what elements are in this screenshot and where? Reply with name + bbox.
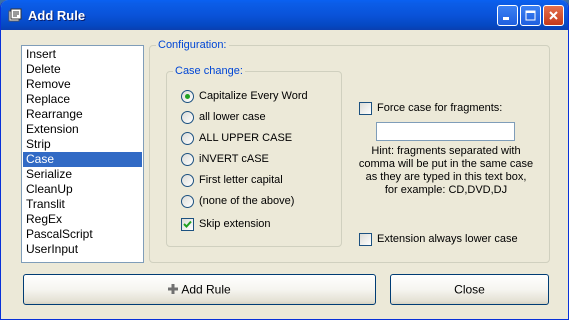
window-title: Add Rule [28, 8, 86, 23]
add-rule-window: Add Rule Insert Delete Remove Replace Re… [0, 0, 569, 320]
fragments-hint: Hint: fragments separated with comma wil… [358, 145, 534, 196]
extension-lower-case-label: Extension always lower case [377, 233, 518, 245]
skip-extension-checkbox[interactable] [181, 218, 194, 231]
dialog-client-area: Insert Delete Remove Replace Rearrange E… [4, 30, 565, 317]
rules-list[interactable]: Insert Delete Remove Replace Rearrange E… [21, 45, 144, 263]
radio-button[interactable] [181, 174, 194, 187]
radio-button-checked[interactable] [181, 90, 194, 103]
radio-label: ALL UPPER CASE [199, 132, 293, 144]
rule-item-regex[interactable]: RegEx [23, 212, 142, 227]
extension-lower-case-checkbox[interactable] [359, 233, 372, 246]
radio-label: iNVERT cASE [199, 153, 269, 165]
close-label: Close [454, 282, 485, 297]
rule-item-pascalscript[interactable]: PascalScript [23, 227, 142, 242]
rule-item-translit[interactable]: Translit [23, 197, 142, 212]
maximize-button[interactable] [520, 5, 541, 26]
rule-item-insert[interactable]: Insert [23, 47, 142, 62]
close-icon [549, 11, 558, 20]
fragments-input[interactable] [376, 122, 515, 141]
minimize-button[interactable] [497, 5, 518, 26]
force-case-label: Force case for fragments: [377, 102, 503, 114]
rule-item-case[interactable]: Case [23, 152, 142, 167]
radio-label: First letter capital [199, 174, 283, 186]
rule-item-replace[interactable]: Replace [23, 92, 142, 107]
case-change-legend: Case change: [173, 65, 245, 78]
radio-button[interactable] [181, 153, 194, 166]
close-window-button[interactable] [543, 5, 564, 26]
rule-item-strip[interactable]: Strip [23, 137, 142, 152]
case-change-group: Case change: Capitalize Every Word all l… [166, 65, 342, 247]
rule-item-extension[interactable]: Extension [23, 122, 142, 137]
check-mark-icon [183, 220, 192, 228]
add-rule-label: Add Rule [181, 282, 231, 297]
plus-icon [168, 283, 179, 294]
rule-item-userinput[interactable]: UserInput [23, 242, 142, 257]
rule-item-cleanup[interactable]: CleanUp [23, 182, 142, 197]
radio-label: (none of the above) [199, 195, 295, 207]
rule-item-delete[interactable]: Delete [23, 62, 142, 77]
configuration-group: Configuration: Case change: Capitalize E… [149, 39, 550, 263]
force-case-checkbox[interactable] [359, 102, 372, 115]
rule-item-rearrange[interactable]: Rearrange [23, 107, 142, 122]
title-bar[interactable]: Add Rule [1, 0, 568, 30]
app-icon [8, 8, 22, 22]
radio-button[interactable] [181, 195, 194, 208]
maximize-icon [525, 10, 536, 21]
radio-label: Capitalize Every Word [199, 90, 308, 102]
radio-button[interactable] [181, 132, 194, 145]
configuration-legend: Configuration: [156, 39, 229, 52]
close-button[interactable]: Close [390, 274, 549, 305]
add-rule-button[interactable]: Add Rule [23, 274, 376, 305]
minimize-icon [503, 17, 509, 20]
skip-extension-label: Skip extension [199, 218, 271, 230]
radio-label: all lower case [199, 111, 266, 123]
rule-item-remove[interactable]: Remove [23, 77, 142, 92]
radio-button[interactable] [181, 111, 194, 124]
rule-item-serialize[interactable]: Serialize [23, 167, 142, 182]
